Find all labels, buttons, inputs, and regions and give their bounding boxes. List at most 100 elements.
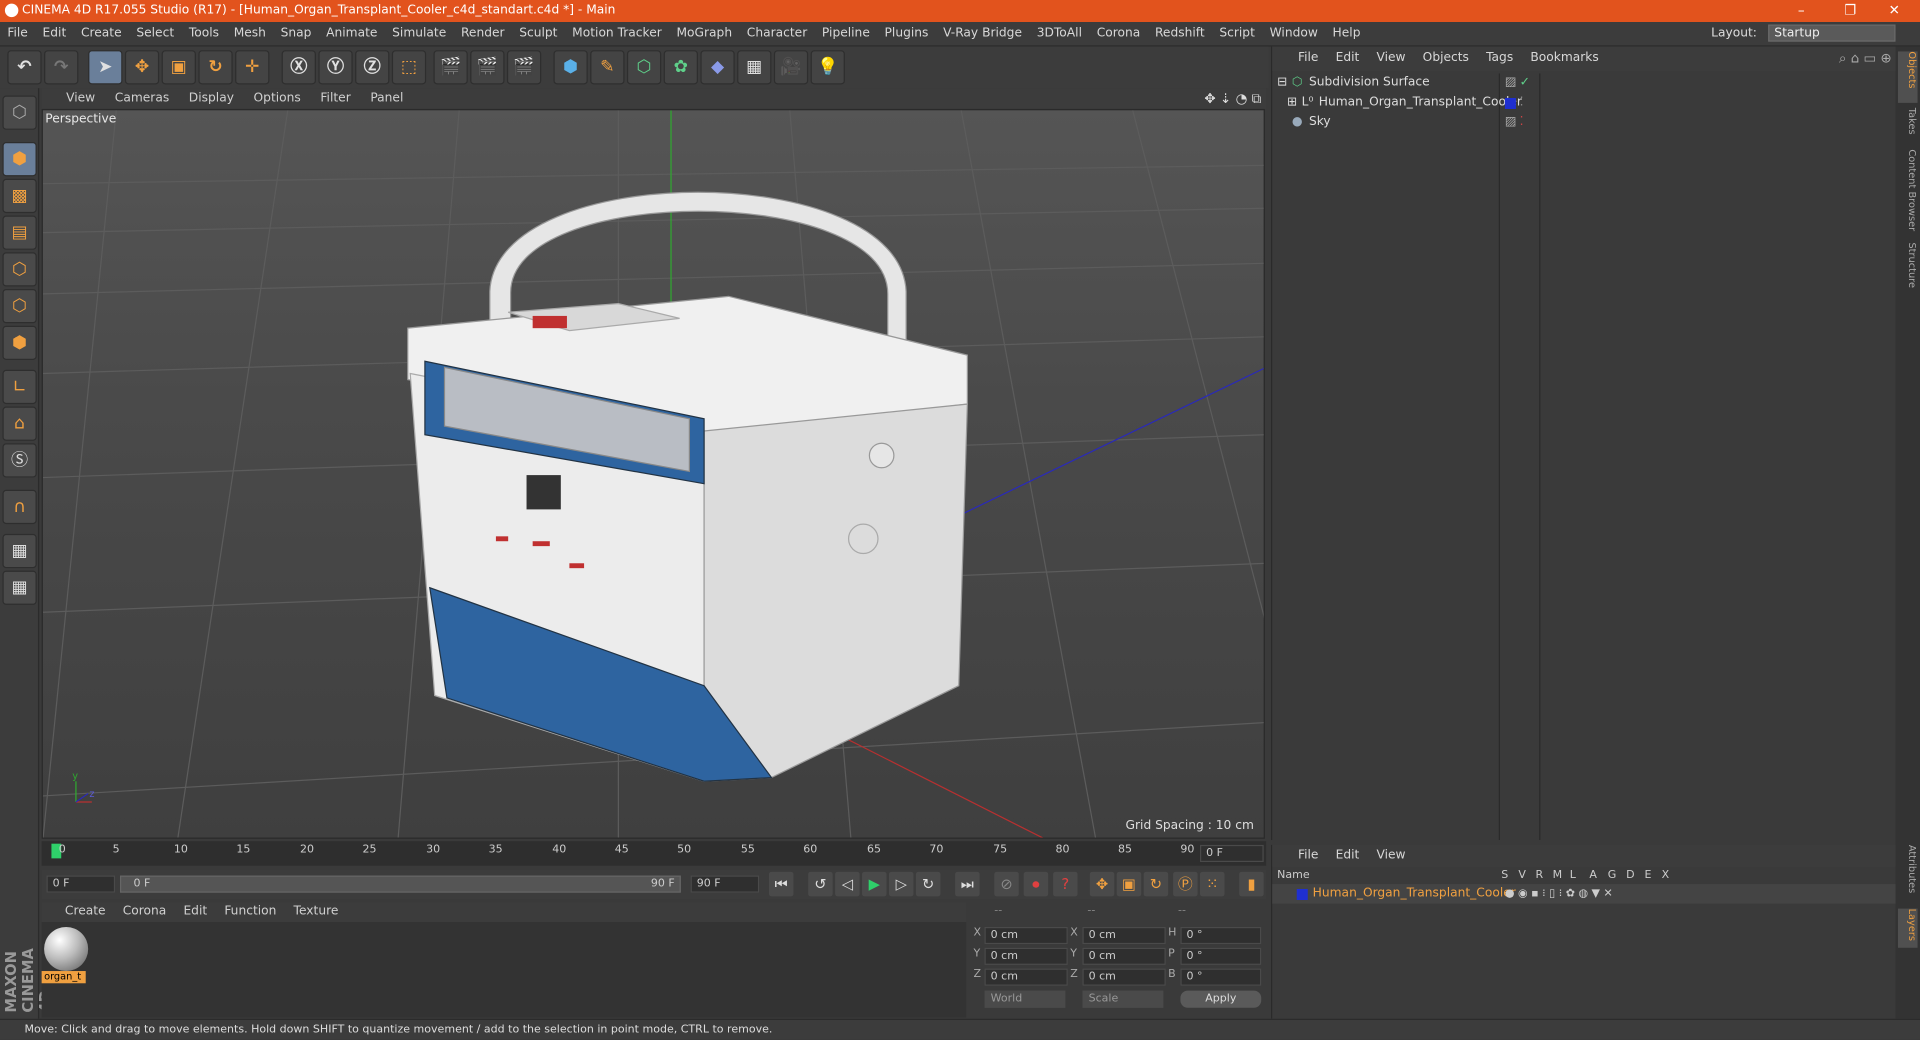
- record-keys-button[interactable]: ⊘: [994, 871, 1019, 897]
- object-row[interactable]: ● Sky ▨ ⁚: [1272, 113, 1896, 133]
- tree-expand-icon[interactable]: ⊞: [1287, 93, 1297, 113]
- vp-menu-display[interactable]: Display: [179, 88, 244, 109]
- layer-menu-file[interactable]: File: [1289, 845, 1327, 867]
- start-frame-field[interactable]: 0 F: [46, 875, 116, 893]
- points-mode-button[interactable]: ⬡: [2, 252, 37, 287]
- menu-sculpt[interactable]: Sculpt: [512, 22, 565, 46]
- obj-menu-bookmarks[interactable]: Bookmarks: [1522, 47, 1608, 71]
- pen-spline-button[interactable]: ✎: [590, 50, 625, 85]
- size-z-field[interactable]: 0 cm: [1082, 968, 1166, 986]
- menu-simulate[interactable]: Simulate: [385, 22, 454, 46]
- coord-mode-dropdown[interactable]: Scale: [1082, 990, 1164, 1008]
- mat-menu-texture[interactable]: Texture: [285, 902, 347, 922]
- menu-select[interactable]: Select: [129, 22, 181, 46]
- render-picture-viewer-button[interactable]: 🎬: [470, 50, 505, 85]
- menu-character[interactable]: Character: [739, 22, 814, 46]
- obj-menu-view[interactable]: View: [1368, 47, 1414, 71]
- viewport-nav-icons[interactable]: ✥ ⇣ ◔ ⧉: [1204, 88, 1261, 109]
- layer-color-swatch[interactable]: [1296, 888, 1308, 901]
- visibility-dots-icon[interactable]: ⁚: [1520, 113, 1524, 133]
- texture-mode-button[interactable]: ▩: [2, 178, 37, 214]
- timeline-ruler[interactable]: 0 5 10 15 20 25 30 35 40 45 50 55 60 65 …: [41, 841, 1267, 866]
- autokey-button[interactable]: ⏺: [1023, 871, 1049, 897]
- object-row[interactable]: ⊞ L⁰ Human_Organ_Transplant_Cooler ⁚: [1272, 93, 1896, 113]
- tab-structure[interactable]: Structure: [1898, 242, 1918, 296]
- undo-button[interactable]: ↶: [7, 50, 42, 85]
- size-x-field[interactable]: 0 cm: [1082, 926, 1166, 945]
- menu-mesh[interactable]: Mesh: [226, 22, 273, 46]
- apply-button[interactable]: Apply: [1180, 990, 1262, 1008]
- size-y-field[interactable]: 0 cm: [1082, 947, 1166, 965]
- live-selection-button[interactable]: ➤: [88, 50, 123, 85]
- obj-menu-file[interactable]: File: [1289, 47, 1327, 71]
- timeline-window-button[interactable]: ▮: [1239, 871, 1264, 897]
- rotate-tool-button[interactable]: ↻: [198, 50, 233, 85]
- mat-menu-corona[interactable]: Corona: [114, 902, 175, 922]
- menu-redshift[interactable]: Redshift: [1148, 22, 1212, 46]
- key-scale-button[interactable]: ▣: [1116, 871, 1142, 897]
- vp-menu-panel[interactable]: Panel: [361, 88, 414, 109]
- camera-button[interactable]: 🎥: [773, 50, 809, 85]
- menu-plugins[interactable]: Plugins: [877, 22, 936, 46]
- x-axis-lock-button[interactable]: Ⓧ: [281, 50, 316, 85]
- redo-button[interactable]: ↷: [44, 50, 79, 85]
- model-mode-button[interactable]: ⬢: [2, 142, 37, 177]
- edges-mode-button[interactable]: ⬡: [2, 288, 37, 324]
- menu-edit[interactable]: Edit: [35, 22, 73, 46]
- menu-render[interactable]: Render: [454, 22, 512, 46]
- tab-attributes[interactable]: Attributes: [1898, 845, 1918, 906]
- menu-mograph[interactable]: MoGraph: [669, 22, 739, 46]
- enabled-check-icon[interactable]: ✓: [1520, 73, 1530, 93]
- current-frame-field[interactable]: 0 F: [1200, 844, 1264, 863]
- rotation-p-field[interactable]: 0 °: [1180, 947, 1262, 965]
- floor-button[interactable]: ▦: [737, 50, 772, 85]
- key-param-button[interactable]: Ⓟ: [1173, 871, 1198, 897]
- planar-workplane-button[interactable]: ▦: [2, 570, 37, 605]
- vp-menu-view[interactable]: View: [56, 88, 105, 109]
- cloner-button[interactable]: ✿: [663, 50, 698, 85]
- key-position-button[interactable]: ✥: [1089, 871, 1115, 897]
- restore-icon[interactable]: ❐: [1832, 0, 1869, 22]
- menu-snap[interactable]: Snap: [273, 22, 319, 46]
- z-axis-lock-button[interactable]: Ⓩ: [355, 50, 390, 85]
- solo-button[interactable]: Ⓢ: [2, 443, 37, 478]
- prev-frame-button[interactable]: ◁: [835, 871, 860, 897]
- vp-menu-options[interactable]: Options: [244, 88, 311, 109]
- tab-content-browser[interactable]: Content Browser: [1898, 149, 1918, 237]
- play-button[interactable]: ▶: [862, 871, 887, 897]
- move-tool-button[interactable]: ✥: [124, 50, 160, 85]
- rotation-h-field[interactable]: 0 °: [1180, 926, 1262, 945]
- menu-window[interactable]: Window: [1262, 22, 1325, 46]
- menu-help[interactable]: Help: [1325, 22, 1368, 46]
- position-x-field[interactable]: 0 cm: [984, 926, 1068, 945]
- end-frame-field[interactable]: 90 F: [690, 875, 760, 893]
- layout-dropdown[interactable]: Startup: [1768, 24, 1896, 42]
- mat-menu-edit[interactable]: Edit: [175, 902, 216, 922]
- workplane-mode-button[interactable]: ▤: [2, 215, 37, 250]
- position-y-field[interactable]: 0 cm: [984, 947, 1068, 965]
- workplane-lock-button[interactable]: ▦: [2, 533, 37, 569]
- tree-expand-icon[interactable]: ⊟: [1277, 73, 1287, 93]
- range-slider[interactable]: 0 F 90 F: [120, 875, 681, 893]
- coordinate-system-button[interactable]: ⬚: [391, 50, 427, 85]
- obj-menu-tags[interactable]: Tags: [1478, 47, 1522, 71]
- vp-menu-cameras[interactable]: Cameras: [105, 88, 179, 109]
- tab-objects[interactable]: Objects: [1897, 51, 1918, 103]
- menu-file[interactable]: File: [0, 22, 35, 46]
- mat-menu-function[interactable]: Function: [216, 902, 285, 922]
- light-button[interactable]: 💡: [810, 50, 845, 85]
- prev-key-button[interactable]: ↺: [808, 871, 833, 897]
- menu-tools[interactable]: Tools: [181, 22, 226, 46]
- object-row[interactable]: ⊟ ⬡ Subdivision Surface ▨ ✓: [1272, 73, 1896, 93]
- material-swatch[interactable]: [44, 926, 89, 972]
- go-to-start-button[interactable]: ⏮: [768, 871, 794, 897]
- minimize-icon[interactable]: –: [1783, 0, 1820, 22]
- obj-menu-edit[interactable]: Edit: [1327, 47, 1368, 71]
- polygons-mode-button[interactable]: ⬢: [2, 325, 37, 361]
- layer-flags-icons[interactable]: ● ◉ ▪ ⁝ ▯ ⁝ ✿ ◍ ▼ ✕: [1505, 884, 1613, 904]
- transform-tool-button[interactable]: ✛: [235, 50, 270, 85]
- menu-corona[interactable]: Corona: [1089, 22, 1147, 46]
- render-settings-button[interactable]: 🎬: [506, 50, 542, 85]
- menu-motion-tracker[interactable]: Motion Tracker: [565, 22, 669, 46]
- layer-menu-edit[interactable]: Edit: [1327, 845, 1368, 867]
